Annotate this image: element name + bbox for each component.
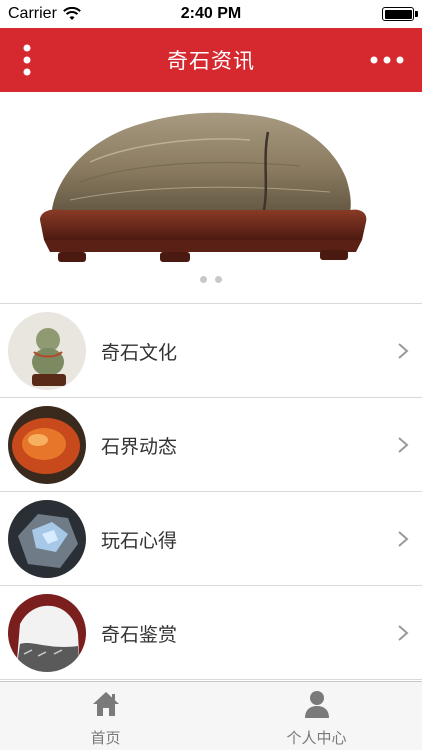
item-label: 玩石心得 — [101, 530, 178, 552]
home-icon — [92, 692, 119, 716]
status-bar: Carrier 2:40 PM — [0, 0, 422, 28]
item-label: 奇石鉴赏 — [101, 624, 178, 646]
status-time: 2:40 PM — [180, 5, 242, 22]
list-item[interactable]: 石界动态 — [0, 398, 422, 492]
thumbnail-image — [8, 406, 86, 484]
list-item[interactable]: 奇石鉴赏 — [0, 586, 422, 680]
tab-home[interactable]: 首页 — [0, 682, 211, 750]
list-item[interactable]: 奇石文化 — [0, 304, 422, 398]
nav-bar: 奇石资讯 — [0, 28, 422, 92]
chevron-right-icon — [398, 625, 409, 641]
chevron-right-icon — [398, 343, 409, 359]
horizontal-dots-icon — [370, 56, 404, 64]
chevron-right-icon — [398, 437, 409, 453]
thumbnail-image — [8, 312, 86, 390]
tab-home-label: 首页 — [90, 729, 121, 747]
tab-bar: 首页 个人中心 — [0, 681, 422, 750]
thumbnail-image — [8, 500, 86, 578]
banner-carousel[interactable] — [0, 92, 422, 302]
page-title: 奇石资讯 — [167, 49, 255, 73]
carousel-page-indicator[interactable] — [0, 276, 422, 283]
thumbnail-image — [8, 594, 86, 672]
more-button[interactable] — [362, 40, 412, 80]
list-item[interactable]: 玩石心得 — [0, 492, 422, 586]
tab-profile-label: 个人中心 — [286, 729, 347, 747]
page-dot[interactable] — [200, 276, 207, 283]
category-list: 奇石文化 石界动态 玩石心得 奇石鉴赏 — [0, 303, 422, 680]
item-label: 石界动态 — [101, 436, 178, 458]
battery-icon — [382, 7, 418, 21]
banner-stone-image — [40, 112, 367, 262]
item-label: 奇石文化 — [101, 342, 178, 364]
chevron-right-icon — [398, 531, 409, 547]
tab-profile[interactable]: 个人中心 — [211, 682, 422, 750]
user-icon — [304, 691, 329, 718]
page-dot[interactable] — [215, 276, 222, 283]
